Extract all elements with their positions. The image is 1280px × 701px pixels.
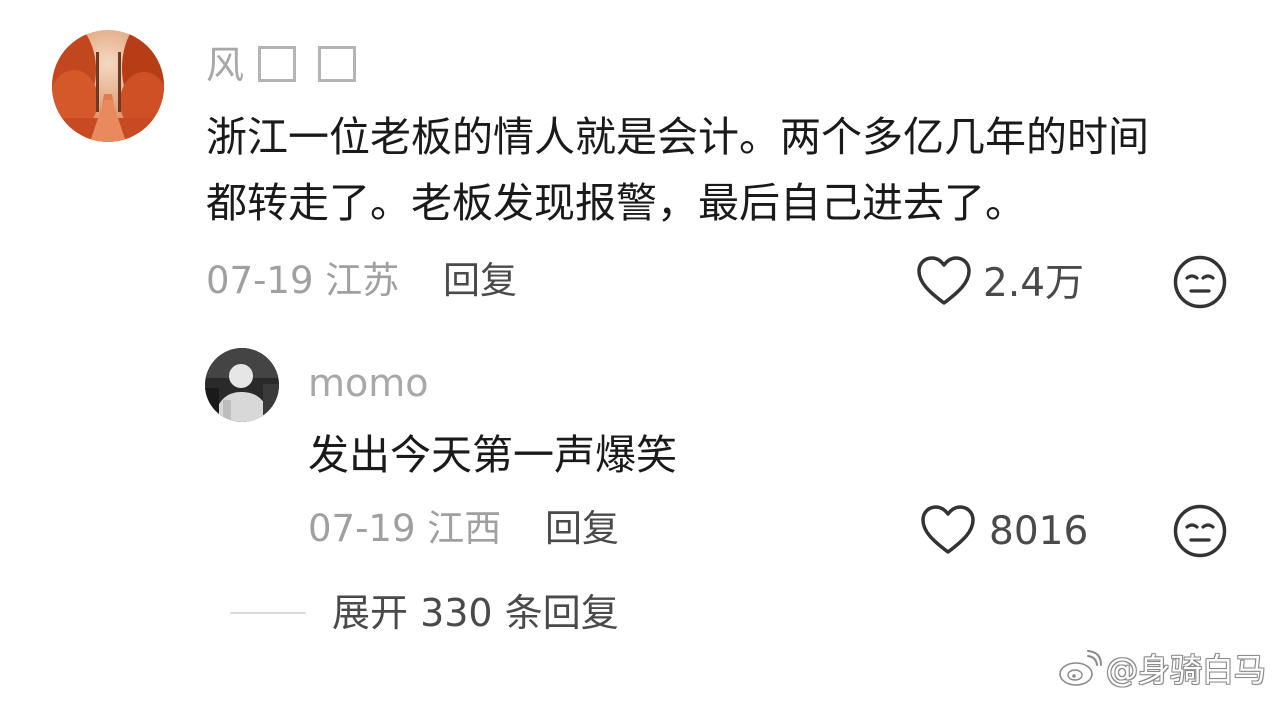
missing-glyph-box: [258, 46, 297, 82]
reply-date-location: 07-19 江西: [308, 507, 502, 550]
avatar-reply-comment[interactable]: [205, 348, 279, 422]
watermark: @身骑白马: [1058, 648, 1266, 692]
weibo-logo-icon: [1058, 648, 1102, 692]
username-main-comment[interactable]: 风: [206, 43, 357, 87]
username-reply-comment[interactable]: momo: [308, 364, 429, 402]
missing-glyph-box: [318, 46, 357, 82]
username-text: 风: [206, 43, 245, 87]
comment-text-line-1: 浙江一位老板的情人就是会计。两个多亿几年的时间: [206, 113, 1149, 161]
expand-divider: [230, 612, 306, 614]
comment-text-line-2: 都转走了。老板发现报警，最后自己进去了。: [206, 179, 1026, 227]
reply-comment-text: 发出今天第一声爆笑: [308, 431, 677, 479]
reply-button[interactable]: 回复: [443, 262, 517, 299]
heart-icon[interactable]: [920, 504, 976, 560]
like-count: 8016: [989, 509, 1089, 554]
expand-replies-button[interactable]: 展开 330 条回复: [332, 594, 619, 632]
heart-icon[interactable]: [916, 255, 972, 311]
avatar-main-comment[interactable]: [52, 30, 164, 142]
unamused-face-icon[interactable]: [1172, 254, 1228, 314]
like-count: 2.4万: [983, 261, 1085, 306]
comment-date-location: 07-19 江苏: [206, 259, 400, 302]
unamused-face-icon[interactable]: [1172, 503, 1228, 563]
watermark-text: @身骑白马: [1106, 651, 1267, 689]
reply-button[interactable]: 回复: [545, 510, 619, 547]
